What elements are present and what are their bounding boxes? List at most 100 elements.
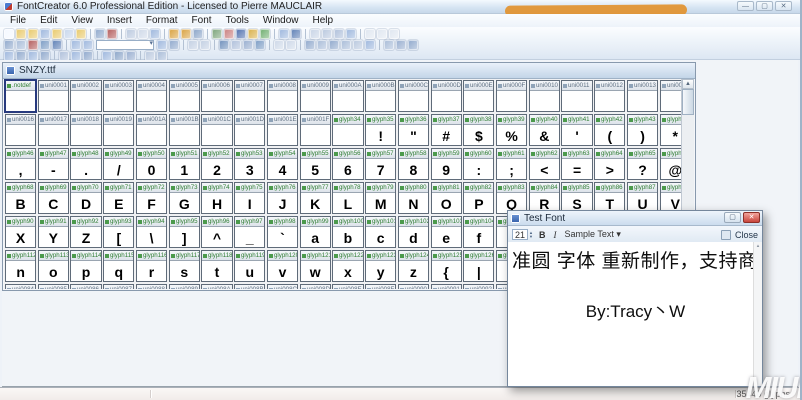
glyph-cell-glyph72[interactable]: glyph72F xyxy=(136,182,167,214)
glyph-cell-uni0006[interactable]: uni0006 xyxy=(201,80,232,112)
glyph-cell-glyph119[interactable]: glyph119u xyxy=(234,250,265,282)
glyph-cell-glyph58[interactable]: glyph588 xyxy=(398,148,429,180)
menu-item-edit[interactable]: Edit xyxy=(33,14,64,27)
toolbar-icon[interactable] xyxy=(28,29,38,39)
dialog-close-button[interactable]: Close xyxy=(735,230,758,240)
menu-item-tools[interactable]: Tools xyxy=(219,14,256,27)
glyph-cell-glyph125[interactable]: glyph125{ xyxy=(431,250,462,282)
glyph-cell-uni0092[interactable]: uni0092 xyxy=(463,284,494,289)
glyph-cell-uni0018[interactable]: uni0018 xyxy=(70,114,101,146)
glyph-cell-glyph54[interactable]: glyph544 xyxy=(267,148,298,180)
dialog-restore-button[interactable]: ▢ xyxy=(724,212,741,223)
toolbar-icon[interactable] xyxy=(138,29,148,39)
toolbar-icon[interactable] xyxy=(59,51,69,61)
toolbar-icon[interactable] xyxy=(200,40,210,50)
toolbar-icon[interactable] xyxy=(286,40,296,50)
glyph-cell-glyph99[interactable]: glyph99a xyxy=(300,216,331,248)
toolbar-combobox[interactable] xyxy=(96,40,154,50)
scroll-up-icon[interactable]: ▲ xyxy=(682,79,694,89)
glyph-cell-glyph39[interactable]: glyph39% xyxy=(496,114,527,146)
glyph-cell-glyph38[interactable]: glyph38$ xyxy=(463,114,494,146)
glyph-cell-uni0017[interactable]: uni0017 xyxy=(38,114,69,146)
glyph-cell-glyph90[interactable]: glyph90X xyxy=(5,216,36,248)
toolbar-icon[interactable] xyxy=(248,29,258,39)
toolbar-icon[interactable] xyxy=(157,51,167,61)
toolbar-icon[interactable] xyxy=(181,29,191,39)
toolbar-icon[interactable] xyxy=(83,40,93,50)
glyph-cell-glyph123[interactable]: glyph123y xyxy=(365,250,396,282)
toolbar-icon[interactable] xyxy=(102,51,112,61)
toolbar-icon[interactable] xyxy=(341,40,351,50)
glyph-cell-uni0019[interactable]: uni0019 xyxy=(103,114,134,146)
preview-scrollbar[interactable]: ▴ xyxy=(753,242,762,386)
glyph-cell-glyph80[interactable]: glyph80N xyxy=(398,182,429,214)
glyph-cell-uni001F[interactable]: uni001F xyxy=(300,114,331,146)
toolbar-icon[interactable] xyxy=(126,29,136,39)
sample-text-dropdown[interactable]: Sample Text ▾ xyxy=(562,229,622,240)
glyph-cell-uni0007[interactable]: uni0007 xyxy=(234,80,265,112)
glyph-cell-glyph62[interactable]: glyph62< xyxy=(529,148,560,180)
toolbar-icon[interactable] xyxy=(384,40,394,50)
glyph-cell-uni000C[interactable]: uni000C xyxy=(398,80,429,112)
glyph-cell-uni0089[interactable]: uni0089 xyxy=(169,284,200,289)
glyph-cell-glyph66[interactable]: glyph66@ xyxy=(660,148,682,180)
glyph-cell-uni0010[interactable]: uni0010 xyxy=(529,80,560,112)
glyph-cell-uni0087[interactable]: uni0087 xyxy=(103,284,134,289)
glyph-cell-uni0085[interactable]: uni0085 xyxy=(38,284,69,289)
glyph-cell-glyph70[interactable]: glyph70D xyxy=(70,182,101,214)
glyph-cell-glyph122[interactable]: glyph122x xyxy=(332,250,363,282)
glyph-cell-glyph61[interactable]: glyph61; xyxy=(496,148,527,180)
glyph-cell-glyph118[interactable]: glyph118t xyxy=(201,250,232,282)
pin-icon[interactable] xyxy=(721,230,731,240)
minimize-button[interactable]: — xyxy=(737,1,754,11)
toolbar-icon[interactable] xyxy=(193,29,203,39)
toolbar-icon[interactable] xyxy=(150,29,160,39)
glyph-cell-glyph40[interactable]: glyph40& xyxy=(529,114,560,146)
toolbar-icon[interactable] xyxy=(169,40,179,50)
glyph-cell-uni0002[interactable]: uni0002 xyxy=(70,80,101,112)
toolbar-icon[interactable] xyxy=(212,29,222,39)
glyph-cell-glyph60[interactable]: glyph60: xyxy=(463,148,494,180)
glyph-cell-uni001D[interactable]: uni001D xyxy=(234,114,265,146)
glyph-cell-uni0011[interactable]: uni0011 xyxy=(561,80,592,112)
glyph-cell-glyph81[interactable]: glyph81O xyxy=(431,182,462,214)
menu-item-format[interactable]: Format xyxy=(139,14,185,27)
glyph-cell-glyph103[interactable]: glyph103e xyxy=(431,216,462,248)
glyph-cell-uni0008[interactable]: uni0008 xyxy=(267,80,298,112)
glyph-cell-glyph114[interactable]: glyph114p xyxy=(70,250,101,282)
glyph-cell-glyph35[interactable]: glyph35! xyxy=(365,114,396,146)
toolbar-icon[interactable] xyxy=(71,40,81,50)
glyph-cell-glyph56[interactable]: glyph566 xyxy=(332,148,363,180)
glyph-cell-glyph76[interactable]: glyph76J xyxy=(267,182,298,214)
toolbar-icon[interactable] xyxy=(114,51,124,61)
toolbar-icon[interactable] xyxy=(145,51,155,61)
glyph-cell-glyph117[interactable]: glyph117s xyxy=(169,250,200,282)
glyph-cell-glyph79[interactable]: glyph79M xyxy=(365,182,396,214)
glyph-cell-uni0005[interactable]: uni0005 xyxy=(169,80,200,112)
glyph-cell-glyph49[interactable]: glyph49/ xyxy=(103,148,134,180)
glyph-cell-glyph77[interactable]: glyph77K xyxy=(300,182,331,214)
glyph-cell-glyph65[interactable]: glyph65? xyxy=(627,148,658,180)
document-title-bar[interactable]: SNZY.ttf xyxy=(3,63,695,79)
toolbar-icon[interactable] xyxy=(52,29,62,39)
toolbar-icon[interactable] xyxy=(255,40,265,50)
font-size-stepper[interactable]: 21 ▲▼ xyxy=(512,229,533,240)
toolbar-icon[interactable] xyxy=(64,29,74,39)
glyph-cell-glyph113[interactable]: glyph113o xyxy=(38,250,69,282)
glyph-cell-glyph120[interactable]: glyph120v xyxy=(267,250,298,282)
glyph-cell-uni001C[interactable]: uni001C xyxy=(201,114,232,146)
glyph-cell-glyph92[interactable]: glyph92Z xyxy=(70,216,101,248)
glyph-cell-uni008B[interactable]: uni008B xyxy=(234,284,265,289)
glyph-cell-glyph94[interactable]: glyph94\ xyxy=(136,216,167,248)
glyph-cell-uni008E[interactable]: uni008E xyxy=(332,284,363,289)
toolbar-icon[interactable] xyxy=(4,40,14,50)
glyph-cell-uni0090[interactable]: uni0090 xyxy=(398,284,429,289)
toolbar-icon[interactable] xyxy=(40,29,50,39)
toolbar-icon[interactable] xyxy=(28,40,38,50)
toolbar-icon[interactable] xyxy=(40,51,50,61)
toolbar-icon[interactable] xyxy=(4,51,14,61)
glyph-cell-uni0003[interactable]: uni0003 xyxy=(103,80,134,112)
toolbar-icon[interactable] xyxy=(107,29,117,39)
toolbar-icon[interactable] xyxy=(377,29,387,39)
glyph-cell-uni0088[interactable]: uni0088 xyxy=(136,284,167,289)
